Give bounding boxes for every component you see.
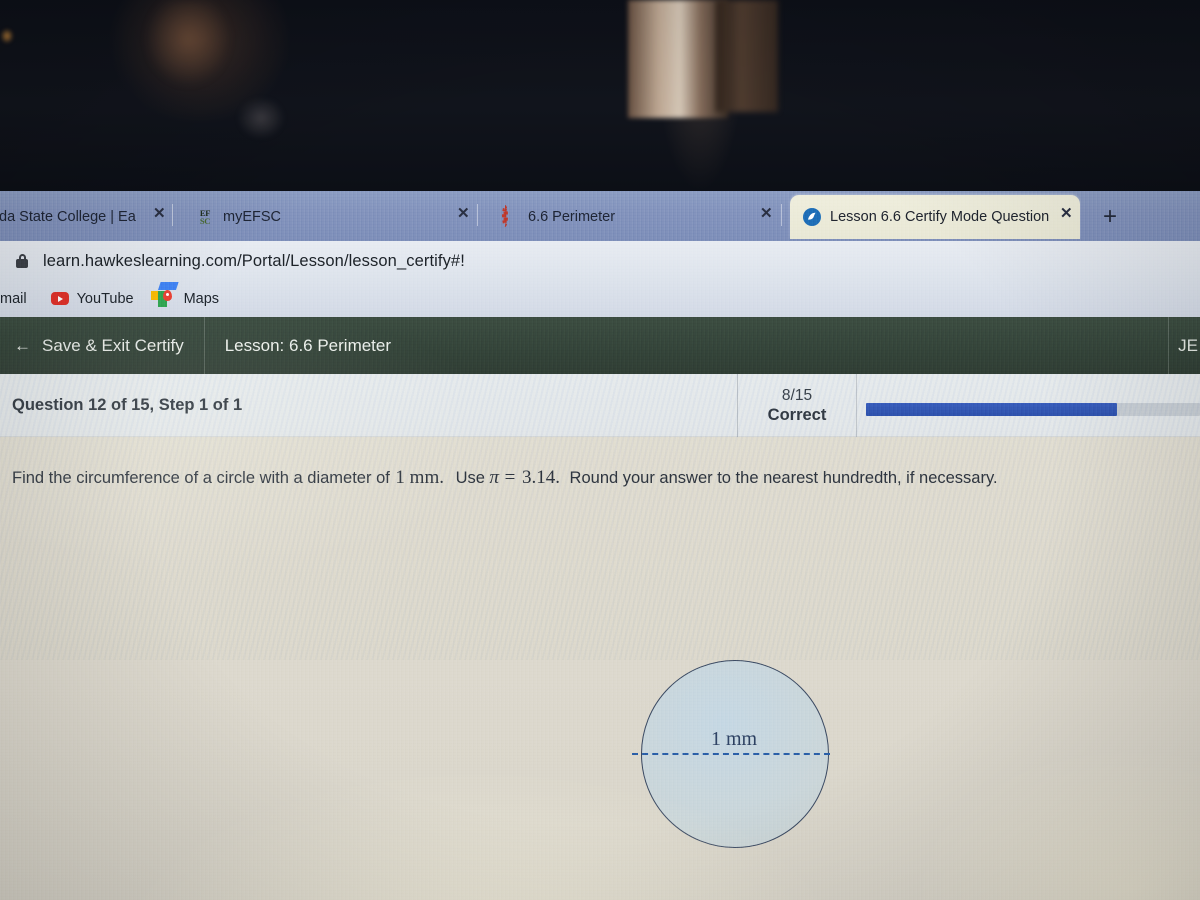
score-label: Correct	[767, 405, 827, 424]
question-diameter-value: 1 mm.	[395, 467, 444, 488]
circle-diagram: 1 mm	[632, 660, 830, 858]
bookmark-youtube[interactable]: YouTube	[39, 290, 146, 308]
hawkes-learning-icon	[803, 208, 821, 226]
tab-separator-1	[477, 204, 478, 226]
monitor-photo: da State College | Ea ✕ EF SC myEFSC ✕ 6.…	[0, 0, 1200, 900]
browser-tab-2[interactable]: 6.6 Perimeter	[488, 195, 760, 239]
bookmark-gmail[interactable]: mail	[0, 291, 39, 307]
save-exit-label: Save & Exit Certify	[42, 335, 184, 355]
address-bar[interactable]: learn.hawkeslearning.com/Portal/Lesson/l…	[0, 241, 1200, 281]
bookmark-label-gmail: mail	[0, 291, 27, 307]
score-box: 8/15 Correct	[737, 374, 857, 437]
loading-spinner-icon	[501, 205, 519, 227]
tab-close-0[interactable]: ✕	[148, 206, 171, 221]
tab-close-1[interactable]: ✕	[452, 206, 475, 221]
tab-title-2: 6.6 Perimeter	[528, 209, 616, 225]
bookmark-maps[interactable]: Maps	[146, 282, 231, 308]
progress-bar-fill	[866, 403, 1117, 416]
question-status-bar: Question 12 of 15, Step 1 of 1 8/15 Corr…	[0, 374, 1200, 437]
bookmarks-bar: mail YouTube Maps	[0, 281, 1200, 317]
header-right-region[interactable]: JE	[1168, 317, 1200, 374]
reflection-doorframe-secondary	[716, 0, 778, 112]
tab-title-0: da State College | Ea	[0, 209, 136, 225]
new-tab-button[interactable]: +	[1095, 203, 1125, 231]
browser-tab-1[interactable]: EF SC myEFSC	[183, 195, 453, 239]
browser-tab-strip: da State College | Ea ✕ EF SC myEFSC ✕ 6.…	[0, 191, 1200, 241]
left-arrow-icon: ←	[14, 336, 31, 355]
tab-separator-0	[172, 204, 173, 226]
equals-symbol: =	[504, 467, 516, 488]
question-text-part-1: Find the circumference of a circle with …	[12, 469, 390, 487]
reflection-doorframe	[628, 0, 728, 118]
reflection-light-spot	[0, 28, 14, 44]
lock-icon	[14, 253, 30, 269]
score-fraction: 8/15	[781, 386, 813, 404]
efsc-logo-icon: EF SC	[199, 208, 211, 226]
reflection-highlight	[226, 88, 296, 148]
bookmark-label-maps: Maps	[183, 291, 220, 307]
lesson-title: Lesson: 6.6 Perimeter	[224, 335, 392, 355]
pi-value: 3.14.	[521, 467, 560, 488]
dimension-label: 1 mm	[710, 728, 758, 750]
monitor-bezel-reflection	[0, 0, 1200, 191]
hawkes-learning-page: ← Save & Exit Certify Lesson: 6.6 Perime…	[0, 317, 1200, 900]
tab-separator-2	[781, 204, 782, 226]
header-user-label: JE	[1178, 335, 1198, 355]
lesson-header: ← Save & Exit Certify Lesson: 6.6 Perime…	[0, 317, 1200, 374]
youtube-icon	[50, 290, 69, 308]
bookmark-label-youtube: YouTube	[76, 291, 134, 307]
google-maps-icon	[150, 282, 179, 308]
tab-title-1: myEFSC	[223, 209, 281, 225]
pi-symbol: π	[489, 467, 500, 488]
browser-window: da State College | Ea ✕ EF SC myEFSC ✕ 6.…	[0, 191, 1200, 900]
question-text: Find the circumference of a circle with …	[0, 437, 1200, 491]
url-text[interactable]: learn.hawkeslearning.com/Portal/Lesson/l…	[43, 252, 465, 271]
diameter-dashed-line	[632, 753, 830, 755]
save-and-exit-certify-button[interactable]: ← Save & Exit Certify	[0, 317, 204, 374]
question-text-part-2: Use	[455, 469, 485, 487]
tab-close-2[interactable]: ✕	[755, 206, 778, 221]
tab-close-3[interactable]: ✕	[1055, 206, 1078, 221]
browser-tab-3[interactable]: Lesson 6.6 Certify Mode Question	[790, 195, 1080, 239]
question-counter: Question 12 of 15, Step 1 of 1	[12, 395, 243, 414]
header-right-divider	[1168, 317, 1170, 374]
tab-title-3: Lesson 6.6 Certify Mode Question	[830, 209, 1050, 225]
question-text-part-3: Round your answer to the nearest hundred…	[569, 469, 998, 487]
progress-bar-track	[866, 403, 1200, 416]
